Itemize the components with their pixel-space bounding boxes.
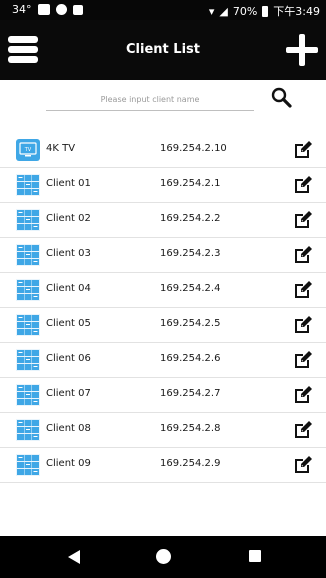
client-name: Client 01 bbox=[46, 178, 91, 189]
android-nav-bar bbox=[0, 536, 326, 578]
client-ip: 169.254.2.6 bbox=[160, 353, 221, 364]
edit-icon[interactable] bbox=[292, 174, 314, 196]
temperature-text: 34° bbox=[12, 3, 32, 16]
client-name: 4K TV bbox=[46, 143, 76, 154]
wifi-icon: ▾ bbox=[208, 4, 215, 18]
client-ip: 169.254.2.7 bbox=[160, 388, 221, 399]
signal-icon: ◢ bbox=[219, 4, 228, 18]
tv-icon: TV bbox=[16, 139, 40, 161]
image-notification-icon bbox=[37, 4, 50, 15]
battery-percent: 70% bbox=[232, 4, 258, 18]
app-header: Client List bbox=[0, 20, 326, 80]
client-row[interactable]: Client 01 169.254.2.1 bbox=[0, 168, 326, 203]
client-ip: 169.254.2.3 bbox=[160, 248, 221, 259]
edit-icon[interactable] bbox=[292, 209, 314, 231]
client-name: Client 06 bbox=[46, 353, 91, 364]
home-icon[interactable] bbox=[156, 549, 171, 564]
client-name: Client 02 bbox=[46, 213, 91, 224]
recent-apps-icon[interactable] bbox=[249, 550, 261, 562]
client-name: Client 05 bbox=[46, 318, 91, 329]
client-row[interactable]: Client 07 169.254.2.7 bbox=[0, 378, 326, 413]
video-wall-icon bbox=[16, 279, 40, 301]
edit-icon[interactable] bbox=[292, 279, 314, 301]
client-row[interactable]: TV 4K TV 169.254.2.10 bbox=[0, 133, 326, 168]
video-wall-icon bbox=[16, 419, 40, 441]
client-ip: 169.254.2.4 bbox=[160, 283, 221, 294]
svg-text:TV: TV bbox=[24, 147, 32, 153]
back-icon[interactable] bbox=[68, 550, 80, 564]
video-wall-icon bbox=[16, 454, 40, 476]
client-name: Client 08 bbox=[46, 423, 91, 434]
search-bar bbox=[0, 80, 326, 124]
search-icon[interactable] bbox=[270, 86, 292, 108]
edit-icon[interactable] bbox=[292, 139, 314, 161]
video-wall-icon bbox=[16, 314, 40, 336]
battery-notification-icon bbox=[72, 4, 83, 15]
client-row[interactable]: Client 05 169.254.2.5 bbox=[0, 308, 326, 343]
video-wall-icon bbox=[16, 174, 40, 196]
edit-icon[interactable] bbox=[292, 384, 314, 406]
client-ip: 169.254.2.9 bbox=[160, 458, 221, 469]
video-wall-icon bbox=[16, 384, 40, 406]
client-name: Client 07 bbox=[46, 388, 91, 399]
search-input[interactable] bbox=[46, 88, 254, 111]
edit-icon[interactable] bbox=[292, 314, 314, 336]
edit-icon[interactable] bbox=[292, 349, 314, 371]
edit-icon[interactable] bbox=[292, 244, 314, 266]
client-name: Client 09 bbox=[46, 458, 91, 469]
client-row[interactable]: Client 06 169.254.2.6 bbox=[0, 343, 326, 378]
edit-icon[interactable] bbox=[292, 419, 314, 441]
client-row[interactable]: Client 08 169.254.2.8 bbox=[0, 413, 326, 448]
video-wall-icon bbox=[16, 209, 40, 231]
video-wall-icon bbox=[16, 244, 40, 266]
client-ip: 169.254.2.10 bbox=[160, 143, 227, 154]
client-ip: 169.254.2.2 bbox=[160, 213, 221, 224]
clock: 下午3:49 bbox=[273, 5, 320, 18]
client-list: TV 4K TV 169.254.2.10 Client 01 169.254.2.1 C… bbox=[0, 133, 326, 483]
client-ip: 169.254.2.1 bbox=[160, 178, 221, 189]
status-bar: 34° ▾ ◢ 70% 下午3:49 bbox=[0, 0, 326, 20]
client-row[interactable]: Client 09 169.254.2.9 bbox=[0, 448, 326, 483]
client-row[interactable]: Client 04 169.254.2.4 bbox=[0, 273, 326, 308]
page-title: Client List bbox=[126, 42, 200, 57]
app-notification-icon bbox=[55, 4, 67, 15]
edit-icon[interactable] bbox=[292, 454, 314, 476]
battery-icon bbox=[262, 5, 269, 17]
client-name: Client 03 bbox=[46, 248, 91, 259]
client-ip: 169.254.2.8 bbox=[160, 423, 221, 434]
client-name: Client 04 bbox=[46, 283, 91, 294]
client-row[interactable]: Client 03 169.254.2.3 bbox=[0, 238, 326, 273]
video-wall-icon bbox=[16, 349, 40, 371]
plus-icon[interactable] bbox=[286, 34, 318, 66]
client-row[interactable]: Client 02 169.254.2.2 bbox=[0, 203, 326, 238]
client-ip: 169.254.2.5 bbox=[160, 318, 221, 329]
